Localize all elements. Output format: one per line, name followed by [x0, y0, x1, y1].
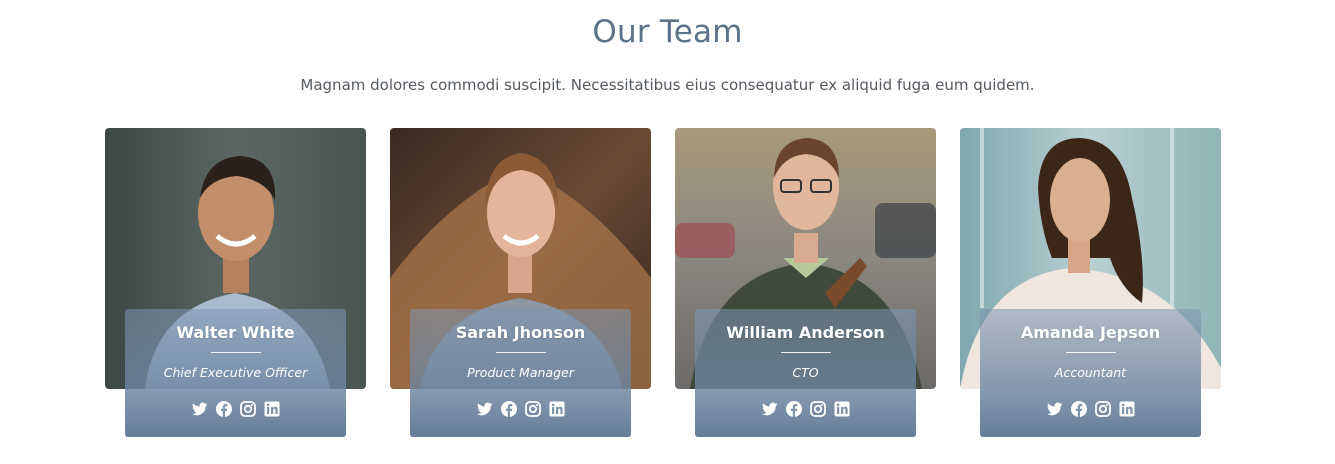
member-info-panel: Walter White Chief Executive Officer [125, 309, 346, 437]
instagram-icon[interactable] [524, 401, 541, 417]
section-title: Our Team [592, 14, 743, 50]
twitter-icon[interactable] [1046, 401, 1063, 417]
member-name: Walter White [176, 323, 295, 342]
member-name: Amanda Jepson [1020, 323, 1161, 342]
linkedin-icon[interactable] [1119, 401, 1135, 417]
social-links [695, 401, 916, 417]
member-name: Sarah Jhonson [455, 323, 586, 342]
twitter-icon[interactable] [761, 401, 778, 417]
name-divider [780, 352, 831, 353]
member-role: Product Manager [467, 365, 574, 380]
facebook-icon[interactable] [500, 401, 517, 417]
member-name: William Anderson [726, 323, 885, 342]
facebook-icon[interactable] [1070, 401, 1087, 417]
team-member-card: Amanda Jepson Accountant [960, 128, 1221, 437]
member-role: Accountant [1054, 365, 1127, 380]
member-role: CTO [792, 365, 819, 380]
instagram-icon[interactable] [239, 401, 256, 417]
linkedin-icon[interactable] [549, 401, 565, 417]
name-divider [1065, 352, 1116, 353]
social-links [980, 401, 1201, 417]
instagram-icon[interactable] [809, 401, 826, 417]
member-info-panel: Sarah Jhonson Product Manager [410, 309, 631, 437]
member-role: Chief Executive Officer [163, 365, 308, 380]
section-subtitle: Magnam dolores commodi suscipit. Necessi… [300, 76, 1035, 94]
team-member-card: William Anderson CTO [675, 128, 936, 437]
twitter-icon[interactable] [476, 401, 493, 417]
twitter-icon[interactable] [191, 401, 208, 417]
team-member-card: Walter White Chief Executive Officer [105, 128, 366, 437]
instagram-icon[interactable] [1094, 401, 1111, 417]
facebook-icon[interactable] [785, 401, 802, 417]
member-info-panel: William Anderson CTO [695, 309, 916, 437]
name-divider [495, 352, 546, 353]
name-divider [210, 352, 261, 353]
facebook-icon[interactable] [215, 401, 232, 417]
team-member-card: Sarah Jhonson Product Manager [390, 128, 651, 437]
member-info-panel: Amanda Jepson Accountant [980, 309, 1201, 437]
linkedin-icon[interactable] [834, 401, 850, 417]
social-links [125, 401, 346, 417]
linkedin-icon[interactable] [264, 401, 280, 417]
social-links [410, 401, 631, 417]
